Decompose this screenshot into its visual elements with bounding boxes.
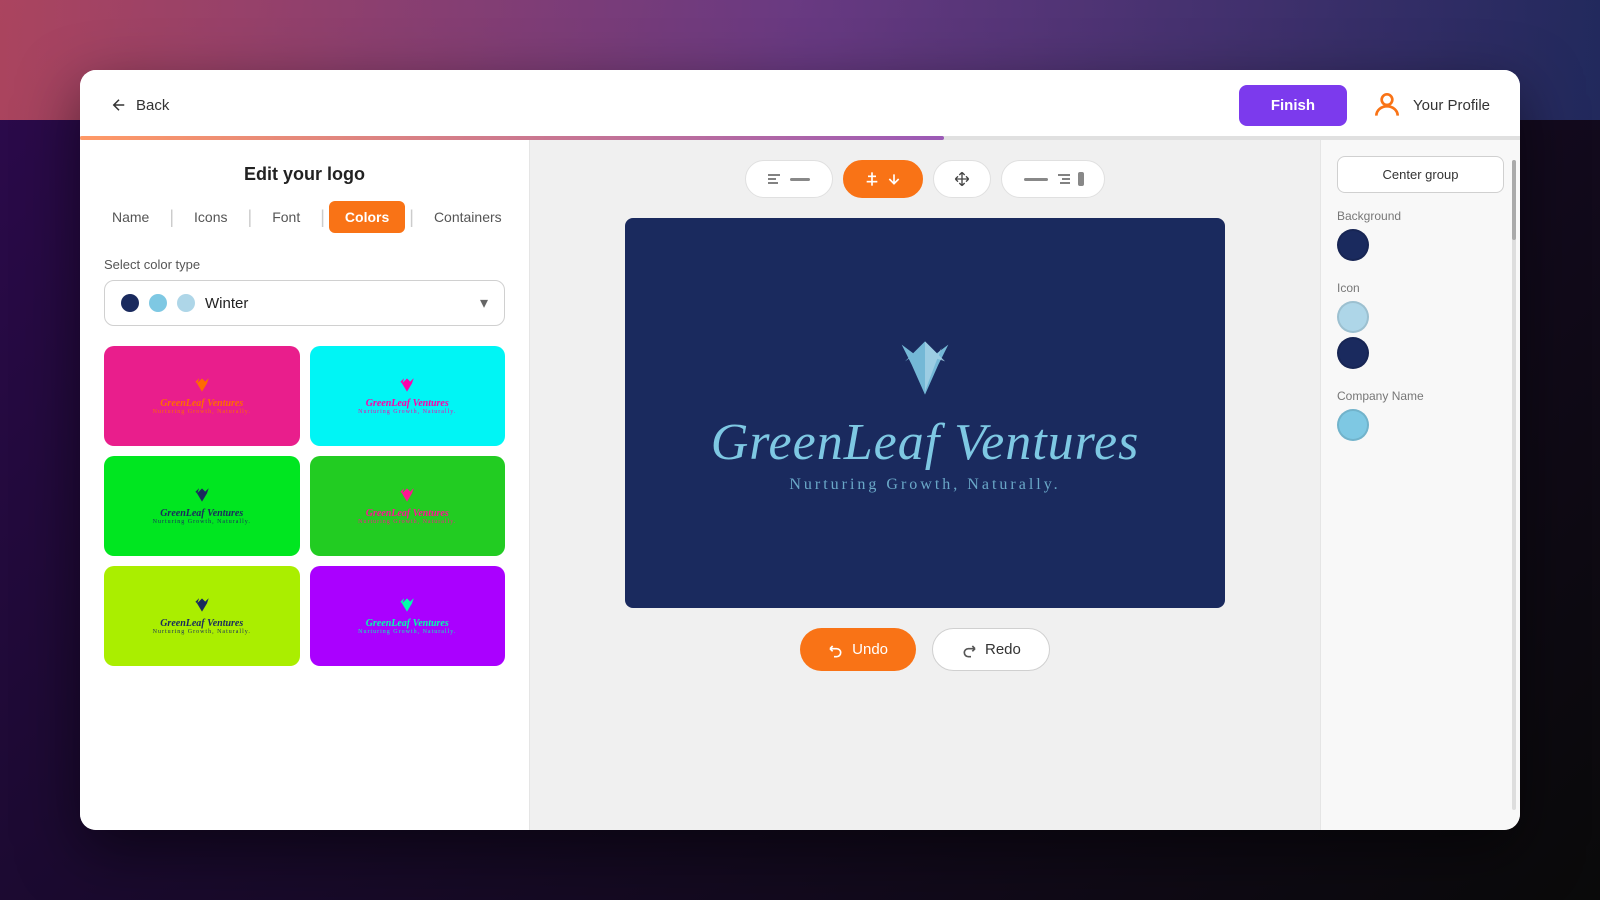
tabs-row: Name | Icons | Font | Colors | Container…: [80, 201, 529, 249]
profile-section[interactable]: Your Profile: [1371, 89, 1490, 121]
tab-name[interactable]: Name: [96, 201, 165, 233]
finish-button[interactable]: Finish: [1239, 85, 1347, 126]
sidebar-icon-section: Icon: [1337, 281, 1504, 373]
left-align-icon: [766, 171, 782, 187]
company-name: GreenLeaf Ventures: [711, 413, 1140, 472]
left-panel: Edit your logo Name | Icons | Font | Col…: [80, 140, 530, 830]
tab-icons[interactable]: Icons: [178, 201, 243, 233]
color-type-label: Select color type: [80, 249, 529, 280]
top-right-actions: Finish Your Profile: [1239, 85, 1490, 126]
icon-color-picker-1[interactable]: [1337, 301, 1369, 333]
undo-label: Undo: [852, 641, 888, 658]
swatch-icon: [192, 487, 212, 503]
profile-icon: [1371, 89, 1403, 121]
dropdown-arrow-icon: ▾: [480, 293, 488, 313]
dot-dark: [121, 294, 139, 312]
logo-icon: [885, 333, 965, 403]
toolbar-row: [745, 160, 1105, 198]
swatch-card[interactable]: GreenLeaf Ventures Nurturing Growth, Nat…: [104, 566, 300, 666]
center-group-button[interactable]: Center group: [1337, 156, 1504, 193]
center-tool[interactable]: [843, 160, 923, 198]
color-dropdown[interactable]: Winter ▾: [104, 280, 505, 326]
back-label: Back: [136, 97, 169, 114]
swatch-icon: [397, 377, 417, 393]
logo-tagline: Nurturing Growth, Naturally.: [789, 476, 1060, 494]
back-button[interactable]: Back: [110, 96, 169, 114]
dot-light: [177, 294, 195, 312]
right-sidebar: Center group Background Icon Company Nam…: [1320, 140, 1520, 830]
move-icon: [954, 171, 970, 187]
swatch-card[interactable]: GreenLeaf Ventures Nurturing Growth, Nat…: [104, 456, 300, 556]
profile-label: Your Profile: [1413, 97, 1490, 114]
company-name-color-picker[interactable]: [1337, 409, 1369, 441]
background-color-picker[interactable]: [1337, 229, 1369, 261]
sidebar-company-name-section: Company Name: [1337, 389, 1504, 445]
sidebar-background-section: Background: [1337, 209, 1504, 265]
company-name-label: Company Name: [1337, 389, 1504, 403]
swatch-card[interactable]: GreenLeaf Ventures Nurturing Growth, Nat…: [310, 566, 506, 666]
icon-label: Icon: [1337, 281, 1504, 295]
background-label: Background: [1337, 209, 1504, 223]
panel-title: Edit your logo: [80, 140, 529, 201]
top-bar: Back Finish Your Profile: [80, 70, 1520, 140]
tab-colors[interactable]: Colors: [329, 201, 405, 233]
swatch-icon: [397, 487, 417, 503]
tab-font[interactable]: Font: [256, 201, 316, 233]
redo-button[interactable]: Redo: [932, 628, 1050, 671]
back-arrow-icon: [110, 96, 128, 114]
undo-icon: [828, 642, 844, 658]
dot-mid: [149, 294, 167, 312]
swatch-card[interactable]: GreenLeaf Ventures Nurturing Growth, Nat…: [104, 346, 300, 446]
swatch-icon: [192, 597, 212, 613]
logo-canvas: GreenLeaf Ventures Nurturing Growth, Nat…: [625, 218, 1225, 608]
center-icon: [864, 171, 880, 187]
scrollbar-track[interactable]: [1512, 160, 1516, 810]
icon-color-picker-2[interactable]: [1337, 337, 1369, 369]
redo-icon: [961, 642, 977, 658]
color-swatches-grid: GreenLeaf Ventures Nurturing Growth, Nat…: [80, 346, 529, 666]
redo-label: Redo: [985, 641, 1021, 658]
content-area: Edit your logo Name | Icons | Font | Col…: [80, 140, 1520, 830]
bottom-actions: Undo Redo: [800, 628, 1050, 671]
down-arrow-icon: [886, 171, 902, 187]
swatch-icon: [192, 377, 212, 393]
tab-containers[interactable]: Containers: [418, 201, 518, 233]
undo-button[interactable]: Undo: [800, 628, 916, 671]
move-tool[interactable]: [933, 160, 991, 198]
right-align-icon: [1056, 171, 1072, 187]
right-align-tool[interactable]: [1001, 160, 1105, 198]
canvas-area: GreenLeaf Ventures Nurturing Growth, Nat…: [530, 140, 1320, 830]
scrollbar-thumb: [1512, 160, 1516, 240]
swatch-card[interactable]: GreenLeaf Ventures Nurturing Growth, Nat…: [310, 456, 506, 556]
left-align-tool[interactable]: [745, 160, 833, 198]
dropdown-selected: Winter: [205, 295, 470, 312]
swatch-icon: [397, 597, 417, 613]
swatch-card[interactable]: GreenLeaf Ventures Nurturing Growth, Nat…: [310, 346, 506, 446]
